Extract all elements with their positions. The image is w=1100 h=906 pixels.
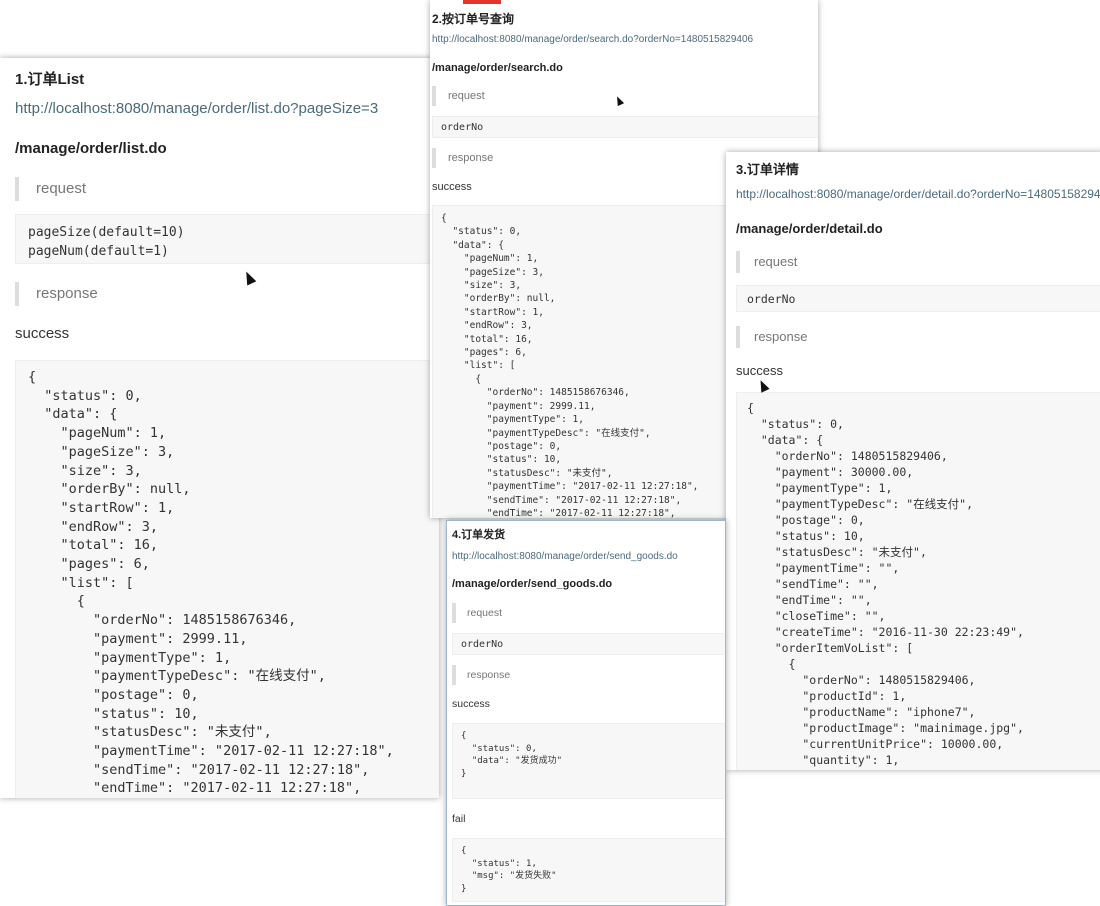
success-label: success — [432, 181, 472, 193]
order-send-goods-doc-panel: 4.订单发货 http://localhost:8080/manage/orde… — [446, 520, 726, 906]
success-json-block: { "status": 0, "data": "发货成功" } — [452, 723, 725, 799]
success-label: success — [452, 698, 490, 710]
response-label: response — [15, 282, 98, 306]
success-label: success — [15, 325, 70, 342]
endpoint-url-link[interactable]: http://localhost:8080/manage/order/detai… — [736, 187, 1100, 201]
order-list-doc-panel: 1.订单List http://localhost:8080/manage/or… — [0, 58, 439, 798]
panel-title: 1.订单List — [15, 71, 85, 88]
success-json-block: { "status": 0, "data": { "orderNo": 1480… — [736, 392, 1100, 770]
tab-accent-bar — [463, 0, 501, 4]
panel-title: 2.按订单号查询 — [432, 12, 515, 26]
endpoint-path: /manage/order/detail.do — [736, 221, 883, 236]
request-label: request — [736, 251, 797, 273]
success-label: success — [736, 363, 783, 378]
endpoint-path: /manage/order/send_goods.do — [452, 578, 613, 590]
panel-title: 3.订单详情 — [736, 162, 799, 177]
request-params-block: orderNo — [432, 116, 818, 138]
endpoint-url-link[interactable]: http://localhost:8080/manage/order/list.… — [15, 100, 378, 117]
success-json-block: { "status": 0, "data": { "pageNum": 1, "… — [15, 360, 439, 798]
request-label: request — [15, 177, 86, 201]
endpoint-path: /manage/order/list.do — [15, 140, 167, 157]
fail-json: { "status": 1, "msg": "发货失败" } — [461, 846, 557, 895]
panel-title: 4.订单发货 — [452, 529, 506, 541]
request-params-block: orderNo — [452, 633, 725, 655]
request-label: request — [432, 86, 485, 106]
fail-label: fail — [452, 813, 466, 825]
endpoint-url-link[interactable]: http://localhost:8080/manage/order/searc… — [432, 34, 753, 45]
success-json: { "status": 0, "data": "发货成功" } — [461, 731, 563, 780]
response-label: response — [432, 148, 493, 168]
endpoint-path: /manage/order/search.do — [432, 62, 563, 74]
fail-json-block: { "status": 1, "msg": "发货失败" } — [452, 838, 725, 902]
request-label: request — [452, 603, 502, 623]
request-params-block: pageSize(default=10) pageNum(default=1) — [15, 214, 439, 264]
endpoint-url-link[interactable]: http://localhost:8080/manage/order/send_… — [452, 551, 678, 562]
success-json: { "status": 0, "data": { "pageNum": 1, "… — [28, 369, 394, 797]
response-label: response — [736, 326, 807, 348]
response-label: response — [452, 665, 510, 685]
order-detail-doc-panel: 3.订单详情 http://localhost:8080/manage/orde… — [726, 152, 1100, 770]
success-json: { "status": 0, "data": { "orderNo": 1480… — [747, 401, 1024, 767]
request-params-block: orderNo — [736, 285, 1100, 312]
